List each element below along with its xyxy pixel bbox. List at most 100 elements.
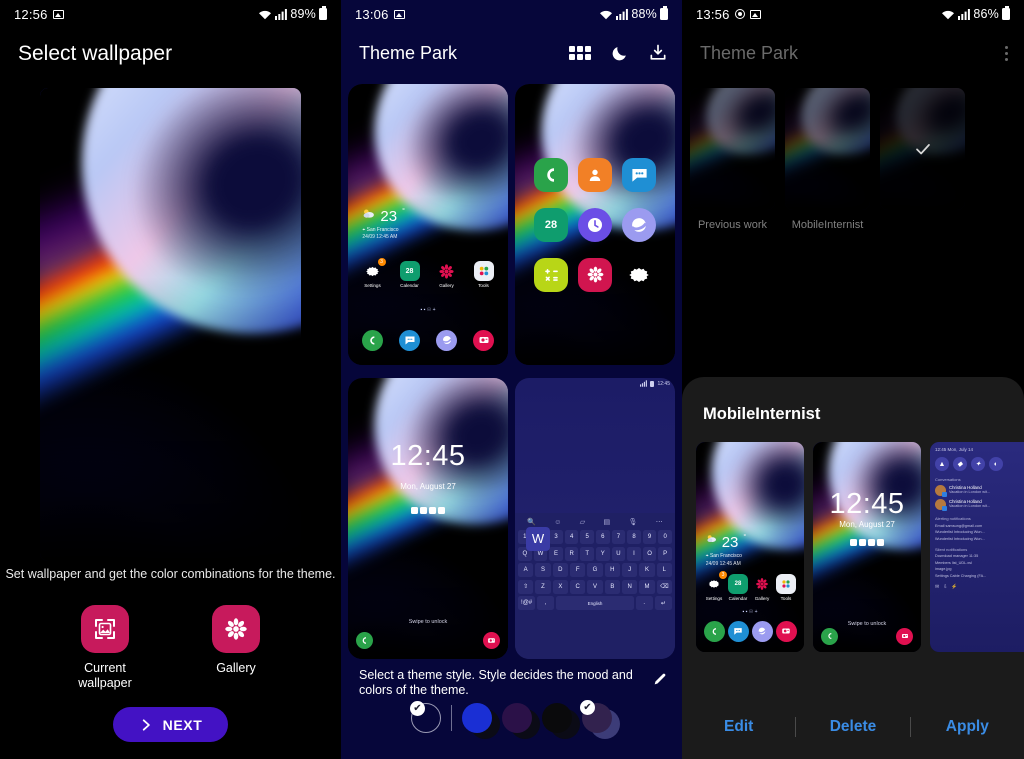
keyboard-key-e[interactable]: E (549, 546, 563, 561)
internet-icon[interactable] (751, 620, 773, 642)
download-icon[interactable] (648, 43, 668, 63)
more-options-icon[interactable]: ⋯ (656, 518, 663, 526)
emoji-icon[interactable]: ☺ (554, 519, 561, 526)
keyboard-key-r[interactable]: R (564, 546, 579, 561)
keyboard-key-english[interactable]: English (556, 596, 634, 611)
calendar-icon[interactable]: 28 (534, 207, 568, 242)
camera-icon[interactable] (483, 632, 500, 650)
keyboard-key-u[interactable]: U (611, 546, 626, 561)
preview-keyboard[interactable]: 12:45 🔍 ☺ ▱ ▤ 🎙 ⋯ 1234567890 QWERTYUIOP (515, 378, 675, 659)
keyboard-key-a[interactable]: A (518, 563, 534, 578)
phone-icon[interactable] (534, 157, 568, 192)
style-black[interactable] (542, 703, 580, 739)
style-purple[interactable] (502, 703, 540, 739)
home-app-gallery[interactable]: Gallery (437, 261, 457, 288)
camera-icon[interactable] (896, 627, 913, 645)
home-app-tools[interactable]: Tools (776, 574, 796, 601)
delete-button[interactable]: Delete (796, 718, 909, 736)
dark-mode-moon-icon[interactable] (610, 44, 629, 63)
kebab-menu-icon[interactable] (1005, 45, 1008, 61)
keyboard-key-0[interactable]: 0 (658, 530, 672, 545)
sticker-icon[interactable]: ▱ (580, 518, 585, 526)
wifi-toggle-icon[interactable]: ▲ (935, 457, 949, 471)
home-app-calendar[interactable]: 28 Calendar (728, 574, 748, 601)
choice-gallery[interactable]: Gallery (189, 605, 284, 691)
keyboard-key-[interactable]: ⇧ (518, 579, 534, 594)
message-icon[interactable] (399, 329, 420, 351)
keyboard-key-3[interactable]: 3 (549, 530, 563, 545)
preview-lock-screen[interactable]: 12:45 Mon, August 27 Swipe to unlock (348, 378, 508, 659)
wallpaper-preview[interactable] (40, 88, 301, 561)
theme-card[interactable]: MobileInternist (785, 88, 870, 232)
message-icon[interactable] (622, 157, 656, 192)
phone-icon[interactable] (356, 632, 373, 650)
phone-icon[interactable] (703, 620, 725, 642)
keyboard-key-l[interactable]: L (656, 563, 672, 578)
keyboard-key-b[interactable]: B (604, 579, 620, 594)
keyboard-key-c[interactable]: C (570, 579, 586, 594)
keyboard-key-n[interactable]: N (621, 579, 638, 594)
keyboard-key-[interactable]: ⌫ (656, 579, 672, 594)
calculator-icon[interactable] (534, 257, 568, 292)
phone-icon[interactable] (821, 627, 838, 645)
phone-icon[interactable] (362, 329, 383, 351)
internet-icon[interactable] (436, 329, 457, 351)
keyboard-key-z[interactable]: Z (535, 579, 551, 594)
camera-icon[interactable] (473, 329, 494, 351)
bluetooth-toggle-icon[interactable]: ✦ (971, 457, 985, 471)
home-app-calendar[interactable]: 28 Calendar (399, 261, 420, 288)
style-blue[interactable] (462, 703, 500, 739)
sheet-preview-carousel[interactable]: 23 ° ⌖ San Francisco 24/09 12:45 AM 3 Se… (682, 424, 1024, 652)
internet-icon[interactable] (622, 207, 656, 242)
clipboard-icon[interactable]: ▤ (604, 518, 611, 526)
notif-conversation-item[interactable]: Christina Holland Vacation in London wit… (935, 499, 1024, 511)
microphone-icon[interactable]: 🎙 (629, 518, 638, 526)
style-none[interactable]: ✔ (410, 701, 441, 733)
sheet-preview-home[interactable]: 23 ° ⌖ San Francisco 24/09 12:45 AM 3 Se… (696, 442, 804, 652)
message-icon[interactable] (727, 620, 749, 642)
keyboard-key-s[interactable]: S (535, 563, 551, 578)
keyboard-key-v[interactable]: V (587, 579, 603, 594)
contacts-icon[interactable] (578, 157, 612, 192)
home-app-gallery[interactable]: Gallery (752, 574, 772, 601)
edit-button[interactable]: Edit (682, 718, 795, 736)
home-app-settings[interactable]: 3 Settings (363, 258, 386, 288)
keyboard-key-o[interactable]: O (642, 546, 657, 561)
keyboard-key-[interactable]: ↵ (654, 596, 672, 611)
keyboard-key-7[interactable]: 7 (611, 530, 626, 545)
grid-view-icon[interactable] (569, 46, 591, 60)
style-indigo[interactable]: ✔ (580, 700, 620, 739)
home-app-settings[interactable]: 3 Settings (704, 571, 727, 601)
keyboard-key-p[interactable]: P (658, 546, 672, 561)
clock-icon[interactable] (578, 207, 612, 242)
keyboard-key-y[interactable]: Y (596, 546, 610, 561)
keyboard-key-8[interactable]: 8 (627, 530, 641, 545)
keyboard-key-h[interactable]: H (604, 563, 620, 578)
next-button[interactable]: NEXT (113, 707, 228, 742)
sheet-preview-notifications[interactable]: 12:45 Mon, July 14 ▲ ◆ ✦ ◐ Conversations… (930, 442, 1024, 652)
keyboard-key-m[interactable]: M (639, 579, 655, 594)
settings-gear-icon[interactable] (622, 258, 656, 292)
keyboard-key-g[interactable]: G (587, 563, 603, 578)
rotation-toggle-icon[interactable]: ◐ (989, 457, 1003, 471)
keyboard-key-9[interactable]: 9 (642, 530, 657, 545)
sheet-preview-lock[interactable]: 12:45 Mon, August 27 Swipe to unlock (813, 442, 921, 652)
keyboard-key-x[interactable]: X (552, 579, 568, 594)
keyboard-key-[interactable]: . (635, 596, 653, 611)
preview-home-screen[interactable]: 23 ° ⌖ San Francisco 24/09 12:45 AM 3 Se… (348, 84, 508, 365)
keyboard-key-t[interactable]: T (580, 546, 594, 561)
keyboard-key-i[interactable]: I (627, 546, 641, 561)
keyboard-key-k[interactable]: K (639, 563, 655, 578)
preview-icons[interactable]: 28 (515, 84, 675, 365)
keyboard-key-[interactable]: !@# (518, 596, 536, 611)
theme-card[interactable]: Previous work (690, 88, 775, 232)
keyboard-key-f[interactable]: F (570, 563, 586, 578)
apply-button[interactable]: Apply (911, 718, 1024, 736)
pencil-edit-icon[interactable] (652, 668, 668, 690)
theme-card-selected[interactable] (880, 88, 965, 232)
search-icon[interactable]: 🔍 (527, 518, 536, 526)
keyboard-key-5[interactable]: 5 (580, 530, 594, 545)
home-app-tools[interactable]: Tools (473, 261, 494, 288)
keyboard-key-6[interactable]: 6 (596, 530, 610, 545)
choice-current-wallpaper[interactable]: Current wallpaper (58, 605, 153, 691)
